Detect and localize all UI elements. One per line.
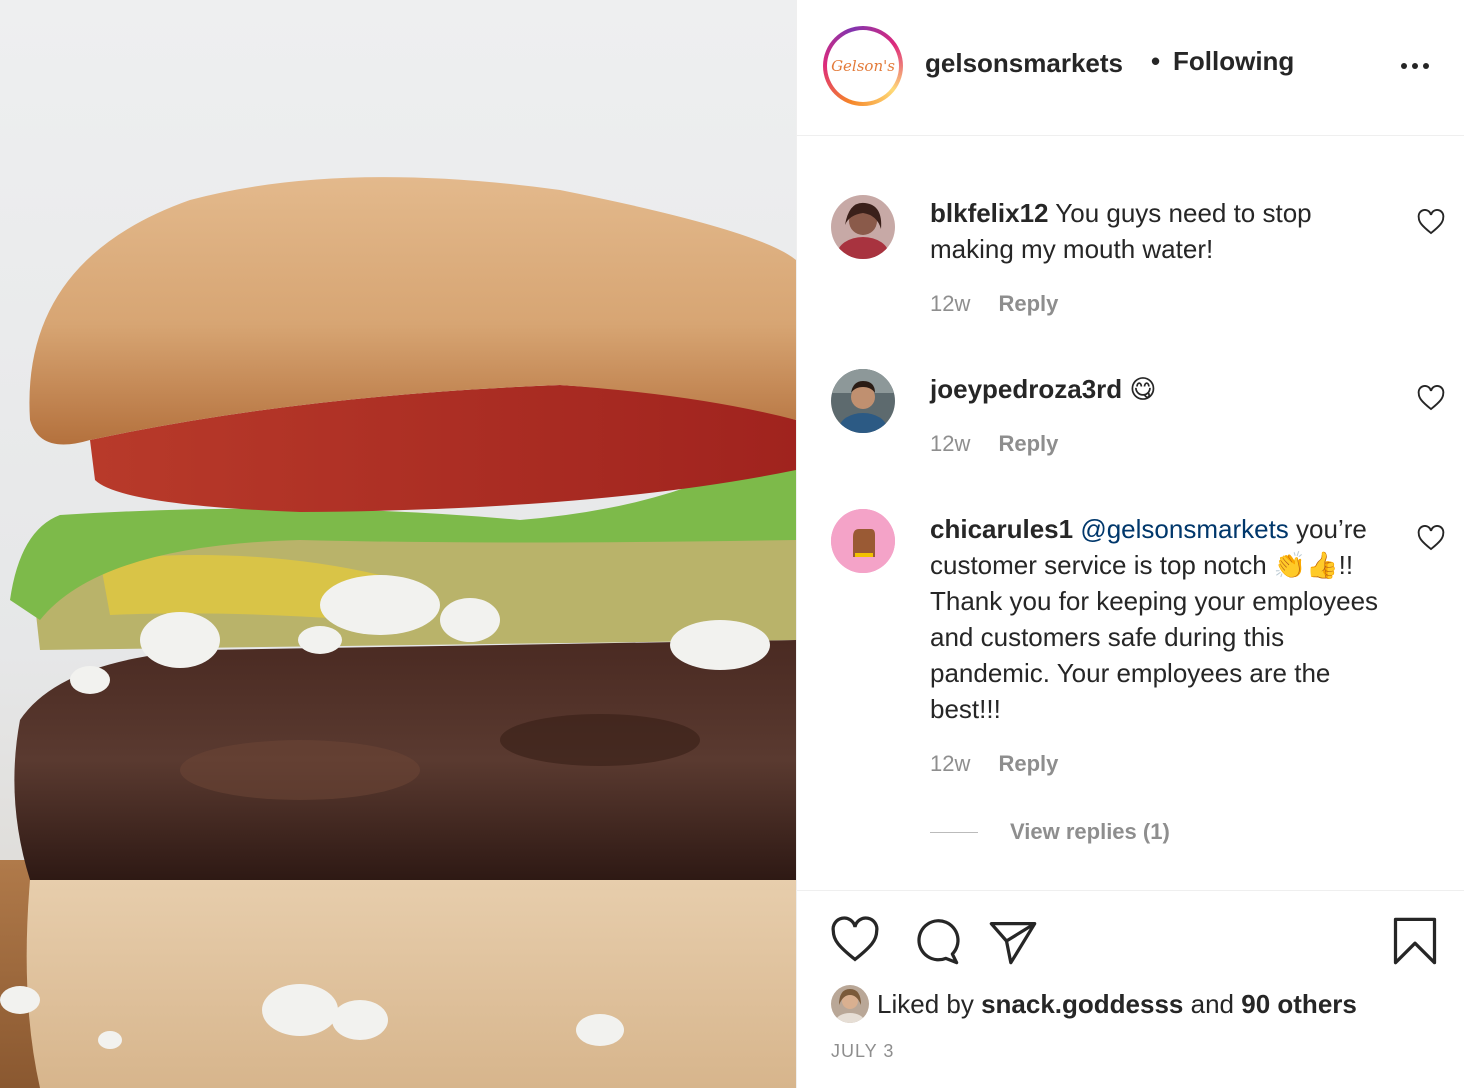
comment-text: chicarules1 @gelsonsmarkets you’re custo…	[930, 511, 1390, 727]
commenter-avatar[interactable]	[831, 509, 895, 573]
like-comment-heart-icon[interactable]	[1417, 209, 1445, 235]
separator-dot: •	[1151, 46, 1161, 76]
comment-time[interactable]: 12w	[930, 751, 970, 776]
post-panel: Gelson's gelsonsmarkets • Following blkf…	[796, 0, 1464, 1088]
comment-mention[interactable]: @gelsonsmarkets	[1080, 514, 1288, 544]
save-bookmark-icon[interactable]	[1389, 915, 1441, 967]
comment-time[interactable]: 12w	[930, 291, 970, 316]
burger-image	[0, 177, 796, 1088]
commenter-avatar[interactable]	[831, 369, 895, 433]
comment-text: joeypedroza3rd 😋	[930, 371, 1390, 407]
likes-summary: Liked by snack.goddesss and 90 others	[831, 985, 1357, 1023]
liker-avatar[interactable]	[831, 985, 869, 1023]
comment-meta: 12w Reply	[930, 291, 1058, 317]
view-replies-button[interactable]: View replies (1)	[930, 819, 1170, 845]
likes-others-link[interactable]: 90 others	[1241, 989, 1357, 1020]
account-avatar[interactable]: Gelson's	[823, 26, 903, 106]
following-button[interactable]: Following	[1173, 46, 1294, 77]
reply-button[interactable]: Reply	[998, 751, 1058, 776]
reply-button[interactable]: Reply	[998, 431, 1058, 456]
comment-bubble-icon[interactable]	[909, 915, 961, 967]
view-replies-label[interactable]: View replies (1)	[1010, 819, 1170, 845]
like-heart-icon[interactable]	[829, 915, 881, 967]
comment-meta: 12w Reply	[930, 751, 1058, 777]
comment-meta: 12w Reply	[930, 431, 1058, 457]
post-date[interactable]: JULY 3	[831, 1041, 894, 1062]
liker-username[interactable]: snack.goddesss	[981, 989, 1183, 1020]
comment-text: blkfelix12 You guys need to stop making …	[930, 195, 1390, 267]
account-username[interactable]: gelsonsmarkets	[925, 48, 1123, 79]
comment-time[interactable]: 12w	[930, 431, 970, 456]
post-photo[interactable]	[0, 0, 796, 1088]
comments-list[interactable]: blkfelix12 You guys need to stop making …	[797, 137, 1464, 889]
replies-divider	[930, 831, 978, 833]
comment-username[interactable]: blkfelix12	[930, 198, 1049, 228]
more-options-icon[interactable]	[1393, 56, 1437, 76]
like-comment-heart-icon[interactable]	[1417, 385, 1445, 411]
likes-connector: and	[1190, 988, 1235, 1019]
commenter-avatar[interactable]	[831, 195, 895, 259]
post-actions: Liked by snack.goddesss and 90 others JU…	[797, 890, 1464, 1088]
like-comment-heart-icon[interactable]	[1417, 525, 1445, 551]
liked-by-prefix: Liked by	[877, 988, 974, 1019]
comment-content: 😋	[1129, 374, 1157, 404]
comment-username[interactable]: chicarules1	[930, 514, 1073, 544]
post-header: Gelson's gelsonsmarkets • Following	[797, 0, 1464, 136]
reply-button[interactable]: Reply	[998, 291, 1058, 316]
comment-content: you’re customer service is top notch 👏👍!…	[930, 514, 1379, 724]
share-send-icon[interactable]	[987, 915, 1039, 967]
comment-username[interactable]: joeypedroza3rd	[930, 374, 1122, 404]
account-logo: Gelson's	[827, 30, 899, 102]
